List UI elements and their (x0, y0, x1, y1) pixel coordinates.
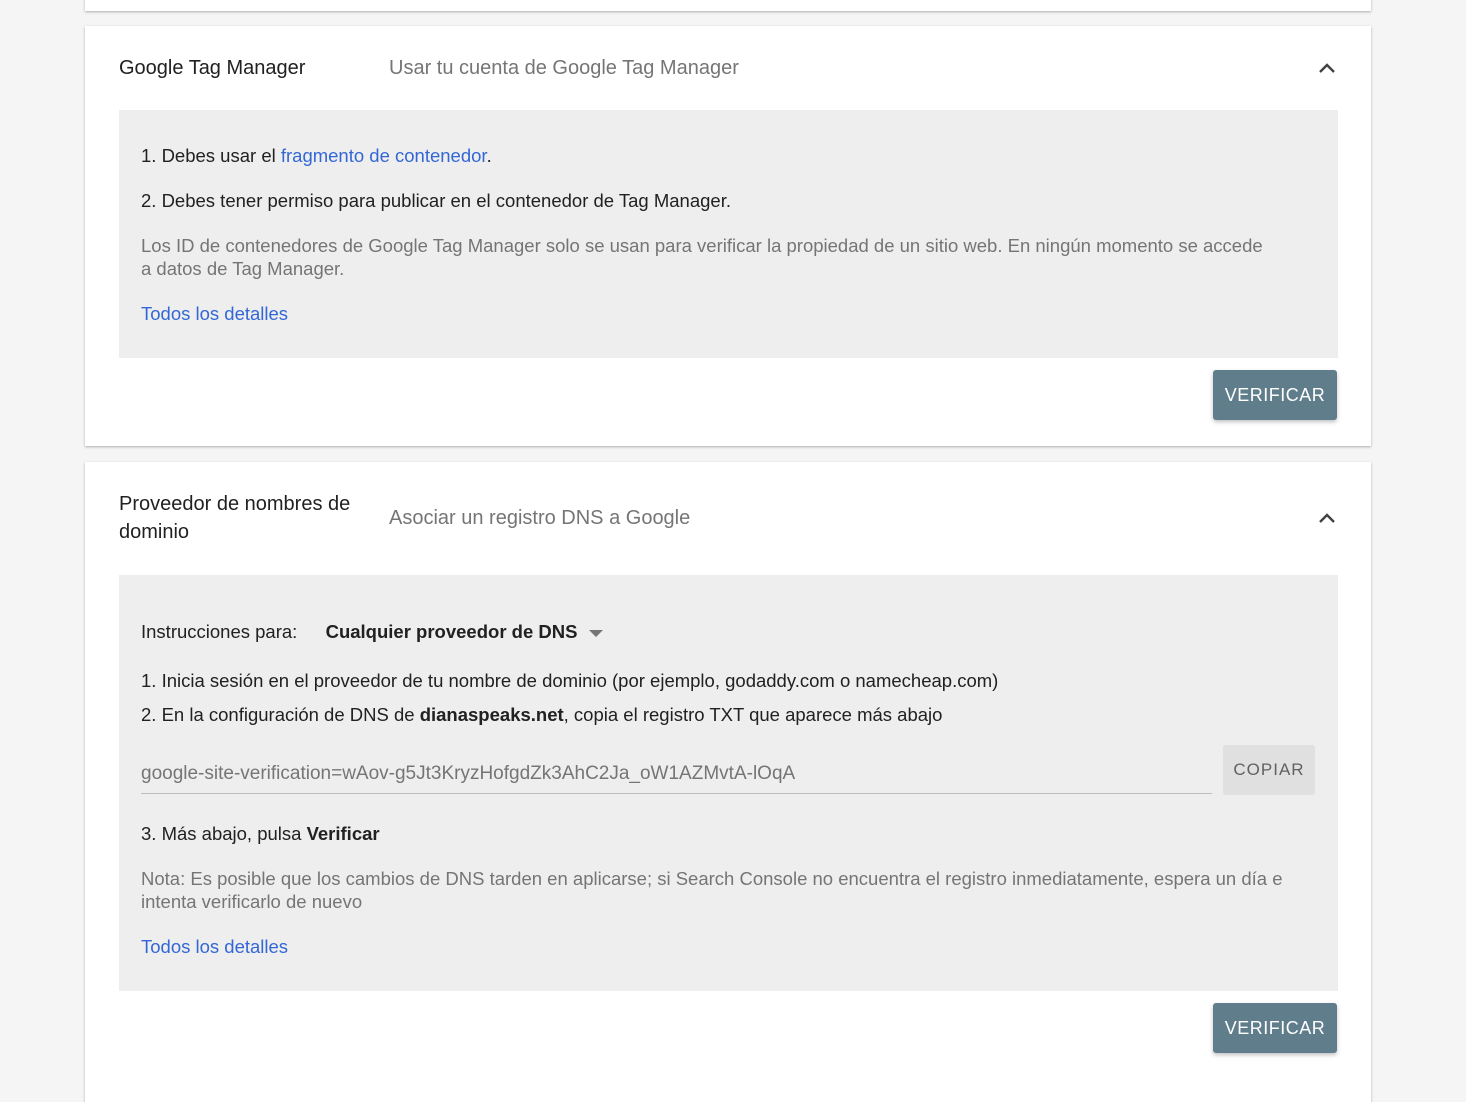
dns-note: Nota: Es posible que los cambios de DNS … (141, 868, 1283, 912)
gtm-instructions-panel: 1. Debes usar el fragmento de contenedor… (119, 110, 1338, 358)
chevron-up-icon[interactable] (1317, 58, 1337, 78)
dns-card-subtitle: Asociar un registro DNS a Google (389, 506, 691, 529)
txt-record-field[interactable]: google-site-verification=wAov-g5Jt3KryzH… (141, 746, 1212, 794)
gtm-note: Los ID de contenedores de Google Tag Man… (141, 235, 1263, 279)
dns-step-3: 3. Más abajo, pulsa Verificar (141, 823, 380, 844)
gtm-step-1: 1. Debes usar el fragmento de contenedor… (141, 145, 492, 166)
dns-instructions-panel: Instrucciones para: Cualquier proveedor … (119, 575, 1338, 991)
dns-step-1: 1. Inicia sesión en el proveedor de tu n… (141, 670, 999, 691)
gtm-card-subtitle: Usar tu cuenta de Google Tag Manager (389, 56, 739, 79)
dns-method-card: Proveedor de nombres de dominio Asociar … (85, 462, 1371, 1102)
dns-details-link[interactable]: Todos los detalles (141, 935, 288, 958)
gtm-details-link[interactable]: Todos los detalles (141, 302, 288, 325)
gtm-card-title: Google Tag Manager (119, 57, 306, 79)
domain-name: dianaspeaks.net (419, 704, 564, 725)
dns-step-2: 2. En la configuración de DNS de dianasp… (141, 704, 943, 725)
previous-method-card (85, 0, 1371, 11)
chevron-up-icon[interactable] (1317, 508, 1337, 528)
dns-provider-select[interactable]: Cualquier proveedor de DNS (326, 621, 604, 642)
instructions-label: Instrucciones para: (141, 621, 298, 642)
gtm-card-header[interactable]: Google Tag Manager Usar tu cuenta de Goo… (119, 52, 1337, 84)
gtm-step-2: 2. Debes tener permiso para publicar en … (141, 190, 731, 211)
gtm-method-card: Google Tag Manager Usar tu cuenta de Goo… (85, 26, 1371, 446)
gtm-verify-button[interactable]: VERIFICAR (1213, 370, 1337, 420)
copy-button[interactable]: COPIAR (1223, 745, 1315, 795)
dns-card-header[interactable]: Proveedor de nombres de dominio Asociar … (119, 490, 1337, 546)
dropdown-caret-icon (589, 629, 604, 637)
dns-verify-button[interactable]: VERIFICAR (1213, 1003, 1337, 1053)
container-snippet-link[interactable]: fragmento de contenedor (281, 145, 487, 166)
dns-card-title: Proveedor de nombres de dominio (119, 493, 351, 543)
instructions-row: Instrucciones para: Cualquier proveedor … (141, 620, 1316, 643)
